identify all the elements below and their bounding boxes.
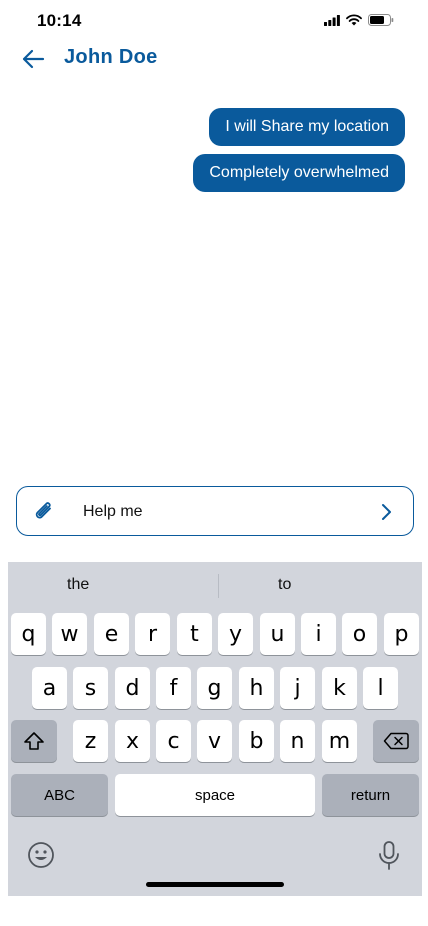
key-y[interactable]: y [218,613,253,655]
key-i[interactable]: i [301,613,336,655]
signal-icon [324,14,340,26]
backspace-icon [383,732,409,750]
key-r[interactable]: r [135,613,170,655]
key-u[interactable]: u [260,613,295,655]
shift-key[interactable] [11,720,57,762]
attach-button[interactable] [31,499,57,525]
emoji-button[interactable] [26,840,56,870]
home-indicator [146,882,284,887]
contact-name: John Doe [64,46,158,68]
key-v[interactable]: v [197,720,232,762]
key-l[interactable]: l [363,667,398,709]
battery-icon [368,14,394,26]
wifi-icon [346,14,362,26]
suggestion-bar: the to [8,562,422,608]
key-n[interactable]: n [280,720,315,762]
chat-header: John Doe [0,40,428,80]
message-input[interactable] [83,497,363,527]
key-b[interactable]: b [239,720,274,762]
status-time: 10:14 [37,11,82,30]
suggestion-to[interactable]: to [278,576,291,594]
chevron-right-icon [382,504,391,520]
send-button[interactable] [375,501,397,523]
status-bar: 10:14 [0,0,428,44]
paperclip-icon [35,502,51,519]
back-button[interactable] [18,46,48,72]
key-j[interactable]: j [280,667,315,709]
space-key[interactable]: space [115,774,315,816]
shift-icon [24,732,44,750]
key-g[interactable]: g [197,667,232,709]
key-m[interactable]: m [322,720,357,762]
key-z[interactable]: z [73,720,108,762]
key-x[interactable]: x [115,720,150,762]
message-bubble[interactable]: Completely overwhelmed [193,154,405,192]
suggestion-the[interactable]: the [67,576,89,594]
dictation-button[interactable] [376,840,402,872]
backspace-key[interactable] [373,720,419,762]
back-arrow-icon [22,49,45,69]
suggestion-divider [218,574,219,598]
key-f[interactable]: f [156,667,191,709]
key-h[interactable]: h [239,667,274,709]
key-q[interactable]: q [11,613,46,655]
status-icons [324,14,394,26]
key-s[interactable]: s [73,667,108,709]
key-p[interactable]: p [384,613,419,655]
return-key[interactable]: return [322,774,419,816]
emoji-icon [28,842,54,868]
keyboard: the to q w e r t y u i o p a s d f g h j… [8,562,422,896]
key-d[interactable]: d [115,667,150,709]
key-t[interactable]: t [177,613,212,655]
message-composer [16,486,414,536]
abc-key[interactable]: ABC [11,774,108,816]
key-e[interactable]: e [94,613,129,655]
key-c[interactable]: c [156,720,191,762]
key-k[interactable]: k [322,667,357,709]
microphone-icon [379,841,399,870]
message-bubble[interactable]: I will Share my location [209,108,405,146]
key-o[interactable]: o [342,613,377,655]
key-w[interactable]: w [52,613,87,655]
key-a[interactable]: a [32,667,67,709]
